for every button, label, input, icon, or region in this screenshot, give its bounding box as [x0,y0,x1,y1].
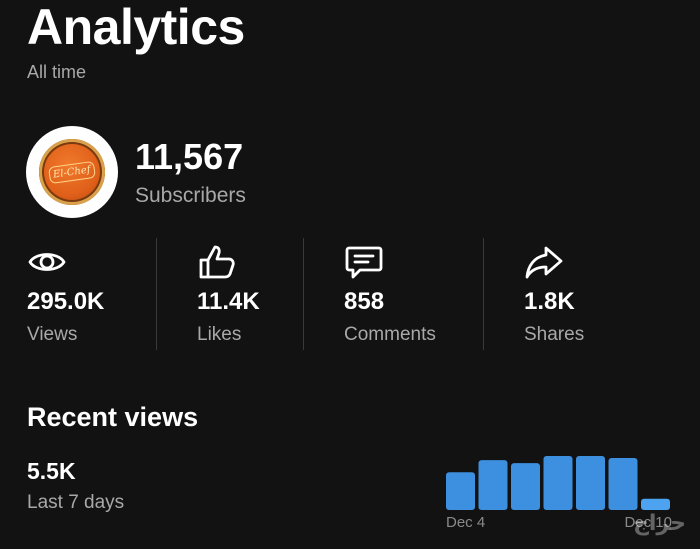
time-range-label[interactable]: All time [27,62,86,83]
chart-bar[interactable] [576,456,605,510]
shares-value: 1.8K [524,288,575,315]
stats-row: 295.0K Views 11.4K Likes 858 Comments 1.… [0,236,700,350]
shares-label: Shares [524,324,585,345]
chart-bar[interactable] [511,463,540,510]
likes-value: 11.4K [197,288,260,315]
chart-tick-label: Dec 4 [446,514,485,531]
comments-label: Comments [344,324,436,345]
share-icon [525,246,563,279]
subscriber-count: 11,567 [135,136,244,177]
thumbs-up-icon [199,245,235,279]
likes-label: Likes [197,324,242,345]
chart-bar[interactable] [478,460,508,510]
chart-bar[interactable] [543,456,573,510]
recent-views-value: 5.5K [27,458,76,484]
avatar-logo-text: El-Chef [48,160,96,184]
stat-divider [303,238,304,350]
watermark: حراج [633,511,686,536]
stat-divider [156,238,157,350]
comments-value: 858 [344,288,385,315]
chart-bar[interactable] [608,458,638,510]
views-value: 295.0K [27,288,105,315]
chart-bar[interactable] [446,472,475,510]
comment-icon [345,246,383,279]
chart-bar[interactable] [641,498,670,510]
channel-avatar[interactable]: El-Chef [26,126,118,218]
eye-icon [28,253,66,271]
recent-views-title: Recent views [27,402,199,432]
subscriber-label: Subscribers [135,184,246,207]
views-label: Views [27,324,78,345]
recent-views-period: Last 7 days [27,492,125,513]
avatar-logo: El-Chef [39,139,105,205]
stat-divider [483,238,484,350]
page-title: Analytics [27,0,245,55]
